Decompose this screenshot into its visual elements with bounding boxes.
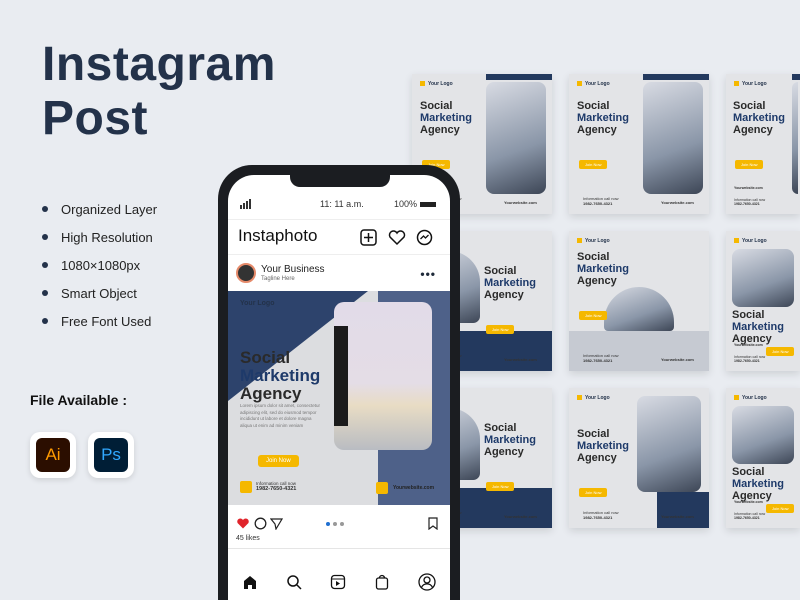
bullet-icon [42, 290, 48, 296]
template-heading: Social Marketing Agency [577, 100, 629, 136]
template-card: Your Logo SocialMarketingAgency Join NowIn… [726, 388, 800, 528]
post-image: Your Logo Social Marketing Agency Lorem ip… [228, 291, 450, 505]
add-post-icon[interactable] [360, 229, 377, 246]
template-heading: Social Marketing Agency [484, 265, 536, 301]
template-join-button: Join Now [766, 347, 795, 356]
template-photo [486, 82, 546, 194]
bullet-icon [42, 234, 48, 240]
template-join-button: Join Now [579, 488, 608, 497]
template-photo [732, 249, 794, 307]
carousel-dots [326, 522, 344, 526]
messenger-icon[interactable] [416, 229, 433, 246]
template-heading: Social Marketing Agency [732, 309, 784, 345]
template-card: Your Logo SocialMarketingAgency Join Now In… [569, 231, 709, 371]
template-website: Yourwebsite.com [504, 200, 537, 205]
template-join-button: Join Now [486, 482, 515, 491]
template-website: Yourwebsite.com [734, 500, 763, 504]
more-options-icon[interactable]: ••• [420, 267, 436, 281]
battery-icon [420, 202, 436, 207]
template-website: Yourwebsite.com [504, 514, 537, 519]
template-contact: Information call now1982-7650-4321 [734, 512, 766, 520]
template-logo: Your Logo [577, 81, 610, 87]
template-heading: Social Marketing Agency [420, 100, 472, 136]
file-available-label: File Available : [30, 392, 127, 408]
bookmark-icon[interactable] [428, 517, 438, 530]
shop-icon[interactable] [374, 574, 390, 590]
template-contact: Information call now1982-7650-4321 [734, 355, 766, 363]
photoshop-icon: Ps [88, 432, 134, 478]
home-icon[interactable] [242, 574, 258, 590]
template-heading: Social Marketing Agency [484, 422, 536, 458]
template-join-button: Join Now [766, 504, 795, 513]
template-website: Yourwebsite.com [661, 357, 694, 362]
template-website: Yourwebsite.com [661, 200, 694, 205]
template-photo [643, 82, 703, 194]
template-photo [792, 82, 798, 194]
phone-mockup: 11: 11 a.m. 100% Instaphoto Your Busines… [218, 165, 460, 600]
likes-count: 45 likes [236, 535, 260, 542]
template-contact: Information call now1982-7650-4321 [583, 196, 619, 206]
template-photo [732, 406, 794, 464]
template-contact: Information call now1982-7650-4321 [583, 510, 619, 520]
template-website: Yourwebsite.com [734, 186, 763, 190]
template-contact: Information call now1982-7650-4321 [583, 353, 619, 363]
feature-item: Free Font Used [42, 307, 157, 335]
share-icon[interactable] [270, 517, 283, 530]
signal-icon [240, 199, 251, 209]
feature-item: High Resolution [42, 223, 157, 251]
template-heading: Social Marketing Agency [577, 428, 629, 464]
like-icon[interactable] [236, 517, 250, 530]
feature-list: Organized Layer High Resolution 1080×108… [42, 195, 157, 335]
product-photo [334, 302, 432, 450]
comment-icon[interactable] [254, 517, 267, 530]
feature-item: Organized Layer [42, 195, 157, 223]
template-join-button: Join Now [579, 311, 608, 320]
template-logo: Your Logo [577, 238, 610, 244]
feature-item: 1080×1080px [42, 251, 157, 279]
avatar[interactable] [236, 263, 256, 283]
template-card: Your Logo SocialMarketingAgency Join Now In… [726, 74, 800, 214]
globe-icon [376, 482, 388, 494]
bullet-icon [42, 318, 48, 324]
template-website: Yourwebsite.com [661, 514, 694, 519]
template-heading: Social Marketing Agency [732, 466, 784, 502]
search-icon[interactable] [286, 574, 302, 590]
template-logo: Your Logo [734, 81, 767, 87]
template-logo: Your Logo [577, 395, 610, 401]
template-join-button: Join Now [486, 325, 515, 334]
template-heading: Social Marketing Agency [733, 100, 785, 136]
template-photo [604, 287, 674, 331]
template-logo: Your Logo [734, 395, 767, 401]
template-join-button: Join Now [735, 160, 764, 169]
reels-icon[interactable] [330, 574, 346, 590]
phone-icon [240, 481, 252, 493]
template-card: Your Logo SocialMarketingAgency Join NowIn… [726, 231, 800, 371]
template-logo: Your Logo [420, 81, 453, 87]
bullet-icon [42, 262, 48, 268]
bullet-icon [42, 206, 48, 212]
template-card: Your Logo SocialMarketingAgency Join Now In… [569, 74, 709, 214]
illustrator-icon: Ai [30, 432, 76, 478]
app-name: Instaphoto [238, 226, 318, 245]
template-logo: Your Logo [734, 238, 767, 244]
heart-icon[interactable] [388, 229, 406, 246]
feature-item: Smart Object [42, 279, 157, 307]
template-website: Yourwebsite.com [504, 357, 537, 362]
page-title: Instagram Post [42, 38, 276, 145]
template-card: Your Logo SocialMarketingAgency Join Now In… [569, 388, 709, 528]
post-header: Your Business Tagline Here ••• [228, 259, 450, 291]
template-join-button: Join Now [579, 160, 608, 169]
template-photo [637, 396, 701, 492]
profile-icon[interactable] [418, 573, 436, 591]
join-now-button[interactable]: Join Now [258, 455, 299, 467]
bottom-nav [228, 567, 450, 597]
account-name[interactable]: Your Business [261, 264, 325, 275]
template-contact: Information call now1982-7650-4321 [734, 198, 766, 206]
template-heading: Social Marketing Agency [577, 251, 629, 287]
status-bar: 11: 11 a.m. 100% [228, 197, 450, 211]
template-website: Yourwebsite.com [734, 343, 763, 347]
